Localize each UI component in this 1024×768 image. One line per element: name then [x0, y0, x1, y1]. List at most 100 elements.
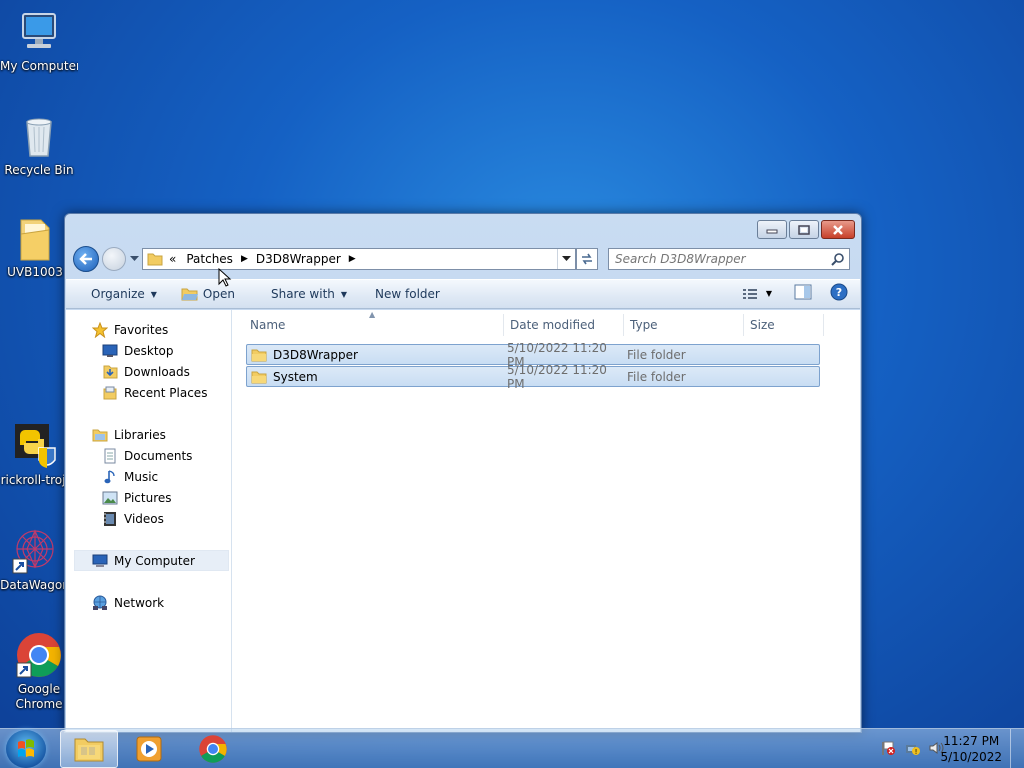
chrome-icon: [199, 735, 227, 763]
chrome-icon: [15, 631, 63, 679]
pictures-icon: [102, 490, 118, 506]
chevron-down-icon: ▼: [150, 289, 157, 299]
change-view-button[interactable]: ▼: [742, 287, 772, 301]
organize-button[interactable]: Organize ▼: [82, 282, 166, 306]
desktop-icon-datawagon[interactable]: DataWagon: [0, 527, 74, 593]
folder-icon: [251, 349, 267, 361]
minimize-button[interactable]: [757, 220, 787, 239]
desktop-icon-label: DataWagon: [0, 578, 70, 592]
computer-icon: [92, 553, 108, 569]
desktop-icon-label: UVB1003: [7, 265, 63, 279]
nav-documents[interactable]: Documents: [66, 445, 231, 466]
explorer-content: Favorites Desktop Downloads Recent Place…: [66, 310, 860, 732]
recent-pages-button[interactable]: [128, 249, 140, 269]
windows-logo-icon: [18, 739, 34, 757]
close-button[interactable]: [821, 220, 855, 239]
clock-time: 11:27 PM: [943, 734, 1000, 748]
open-button[interactable]: Open: [172, 282, 244, 306]
caption-buttons: [757, 220, 855, 239]
share-with-button[interactable]: Share with ▼: [262, 282, 356, 306]
folder-icon: [11, 214, 59, 262]
taskbar-chrome[interactable]: [184, 730, 242, 768]
explorer-window: « Patches ▶ D3D8Wrapper ▶ Organize ▼ Ope…: [64, 213, 862, 733]
file-list: ▲ Name Date modified Type Size D3D8Wrapp…: [232, 310, 860, 732]
search-icon[interactable]: [831, 252, 845, 269]
breadcrumb-overflow[interactable]: «: [169, 252, 176, 266]
forward-button[interactable]: [102, 247, 126, 271]
mouse-cursor-icon: [218, 267, 232, 291]
preview-pane-icon: [794, 284, 812, 300]
desktop-icon-recycle-bin[interactable]: Recycle Bin: [0, 112, 78, 178]
documents-icon: [102, 448, 118, 464]
address-dropdown-button[interactable]: [557, 249, 575, 269]
network-icon: [92, 595, 108, 611]
desktop-icon-label: Google Chrome: [15, 682, 63, 711]
nav-music[interactable]: Music: [66, 466, 231, 487]
refresh-icon: [582, 253, 592, 265]
file-name: System: [273, 369, 318, 384]
maximize-button[interactable]: [789, 220, 819, 239]
command-bar: Organize ▼ Open Share with ▼ New folder …: [66, 279, 860, 309]
nav-libraries[interactable]: Libraries: [66, 424, 231, 445]
nav-network[interactable]: Network: [66, 592, 231, 613]
nav-videos[interactable]: Videos: [66, 508, 231, 529]
column-header-size[interactable]: Size: [744, 313, 824, 336]
nav-label: Recent Places: [124, 385, 208, 400]
show-desktop-button[interactable]: [1010, 729, 1024, 768]
new-folder-button[interactable]: New folder: [366, 282, 449, 306]
chevron-down-icon: ▼: [765, 289, 772, 298]
desktop-icon-uvb1003[interactable]: UVB1003: [0, 214, 74, 280]
nav-label: Favorites: [114, 322, 169, 337]
star-icon: [92, 321, 108, 338]
nav-recent-places[interactable]: Recent Places: [66, 382, 231, 403]
music-icon: [102, 469, 118, 485]
nav-label: Desktop: [124, 343, 174, 358]
preview-pane-button[interactable]: [794, 284, 812, 303]
back-arrow-icon: [79, 253, 92, 265]
clock[interactable]: 11:27 PM 5/10/2022: [940, 733, 1002, 765]
nav-downloads[interactable]: Downloads: [66, 361, 231, 382]
navigation-pane: Favorites Desktop Downloads Recent Place…: [66, 310, 232, 732]
organize-label: Organize: [91, 287, 145, 301]
folder-icon: [251, 371, 267, 383]
desktop-icon: [102, 343, 118, 359]
desktop-icon-my-computer[interactable]: My Computer: [0, 8, 78, 74]
address-bar[interactable]: « Patches ▶ D3D8Wrapper ▶: [142, 248, 576, 270]
open-folder-icon: [181, 288, 198, 301]
explorer-folder-icon: [74, 738, 104, 762]
nav-desktop[interactable]: Desktop: [66, 340, 231, 361]
breadcrumb-patches[interactable]: Patches: [186, 252, 233, 266]
file-row[interactable]: System 5/10/2022 11:20 PM File folder: [246, 363, 820, 391]
column-headers: ▲ Name Date modified Type Size: [246, 310, 860, 338]
share-with-label: Share with: [270, 287, 335, 301]
search-box[interactable]: [608, 248, 850, 270]
nav-pictures[interactable]: Pictures: [66, 487, 231, 508]
help-button[interactable]: ?: [830, 283, 848, 304]
back-button[interactable]: [73, 246, 99, 272]
taskbar: ! 11:27 PM 5/10/2022: [0, 728, 1024, 768]
computer-icon: [15, 8, 63, 56]
nav-my-computer[interactable]: My Computer: [74, 550, 229, 571]
chevron-down-icon: [129, 256, 139, 261]
nav-label: Videos: [124, 511, 164, 526]
nav-label: Network: [114, 595, 165, 610]
taskbar-media-player[interactable]: [120, 730, 178, 768]
column-header-date-modified[interactable]: Date modified: [504, 313, 624, 336]
column-header-type[interactable]: Type: [624, 313, 744, 336]
nav-label: Downloads: [124, 364, 190, 379]
network-status-icon[interactable]: !: [904, 740, 920, 759]
taskbar-explorer[interactable]: [60, 730, 118, 768]
folder-icon: [147, 253, 163, 266]
breadcrumb-separator-icon[interactable]: ▶: [241, 254, 248, 264]
refresh-button[interactable]: [576, 248, 598, 270]
start-button[interactable]: [6, 730, 46, 768]
desktop-icon-label: rickroll-troj: [0, 473, 66, 487]
system-tray: !: [880, 740, 944, 759]
nav-favorites[interactable]: Favorites: [66, 319, 231, 340]
datawagon-icon: [11, 527, 59, 575]
breadcrumb-separator-icon[interactable]: ▶: [349, 254, 356, 264]
search-input[interactable]: [615, 252, 815, 266]
breadcrumb-d3d8wrapper[interactable]: D3D8Wrapper: [256, 252, 341, 266]
desktop-icon-rickroll[interactable]: rickroll-troj: [0, 422, 72, 488]
action-center-flag-icon[interactable]: [880, 740, 896, 759]
